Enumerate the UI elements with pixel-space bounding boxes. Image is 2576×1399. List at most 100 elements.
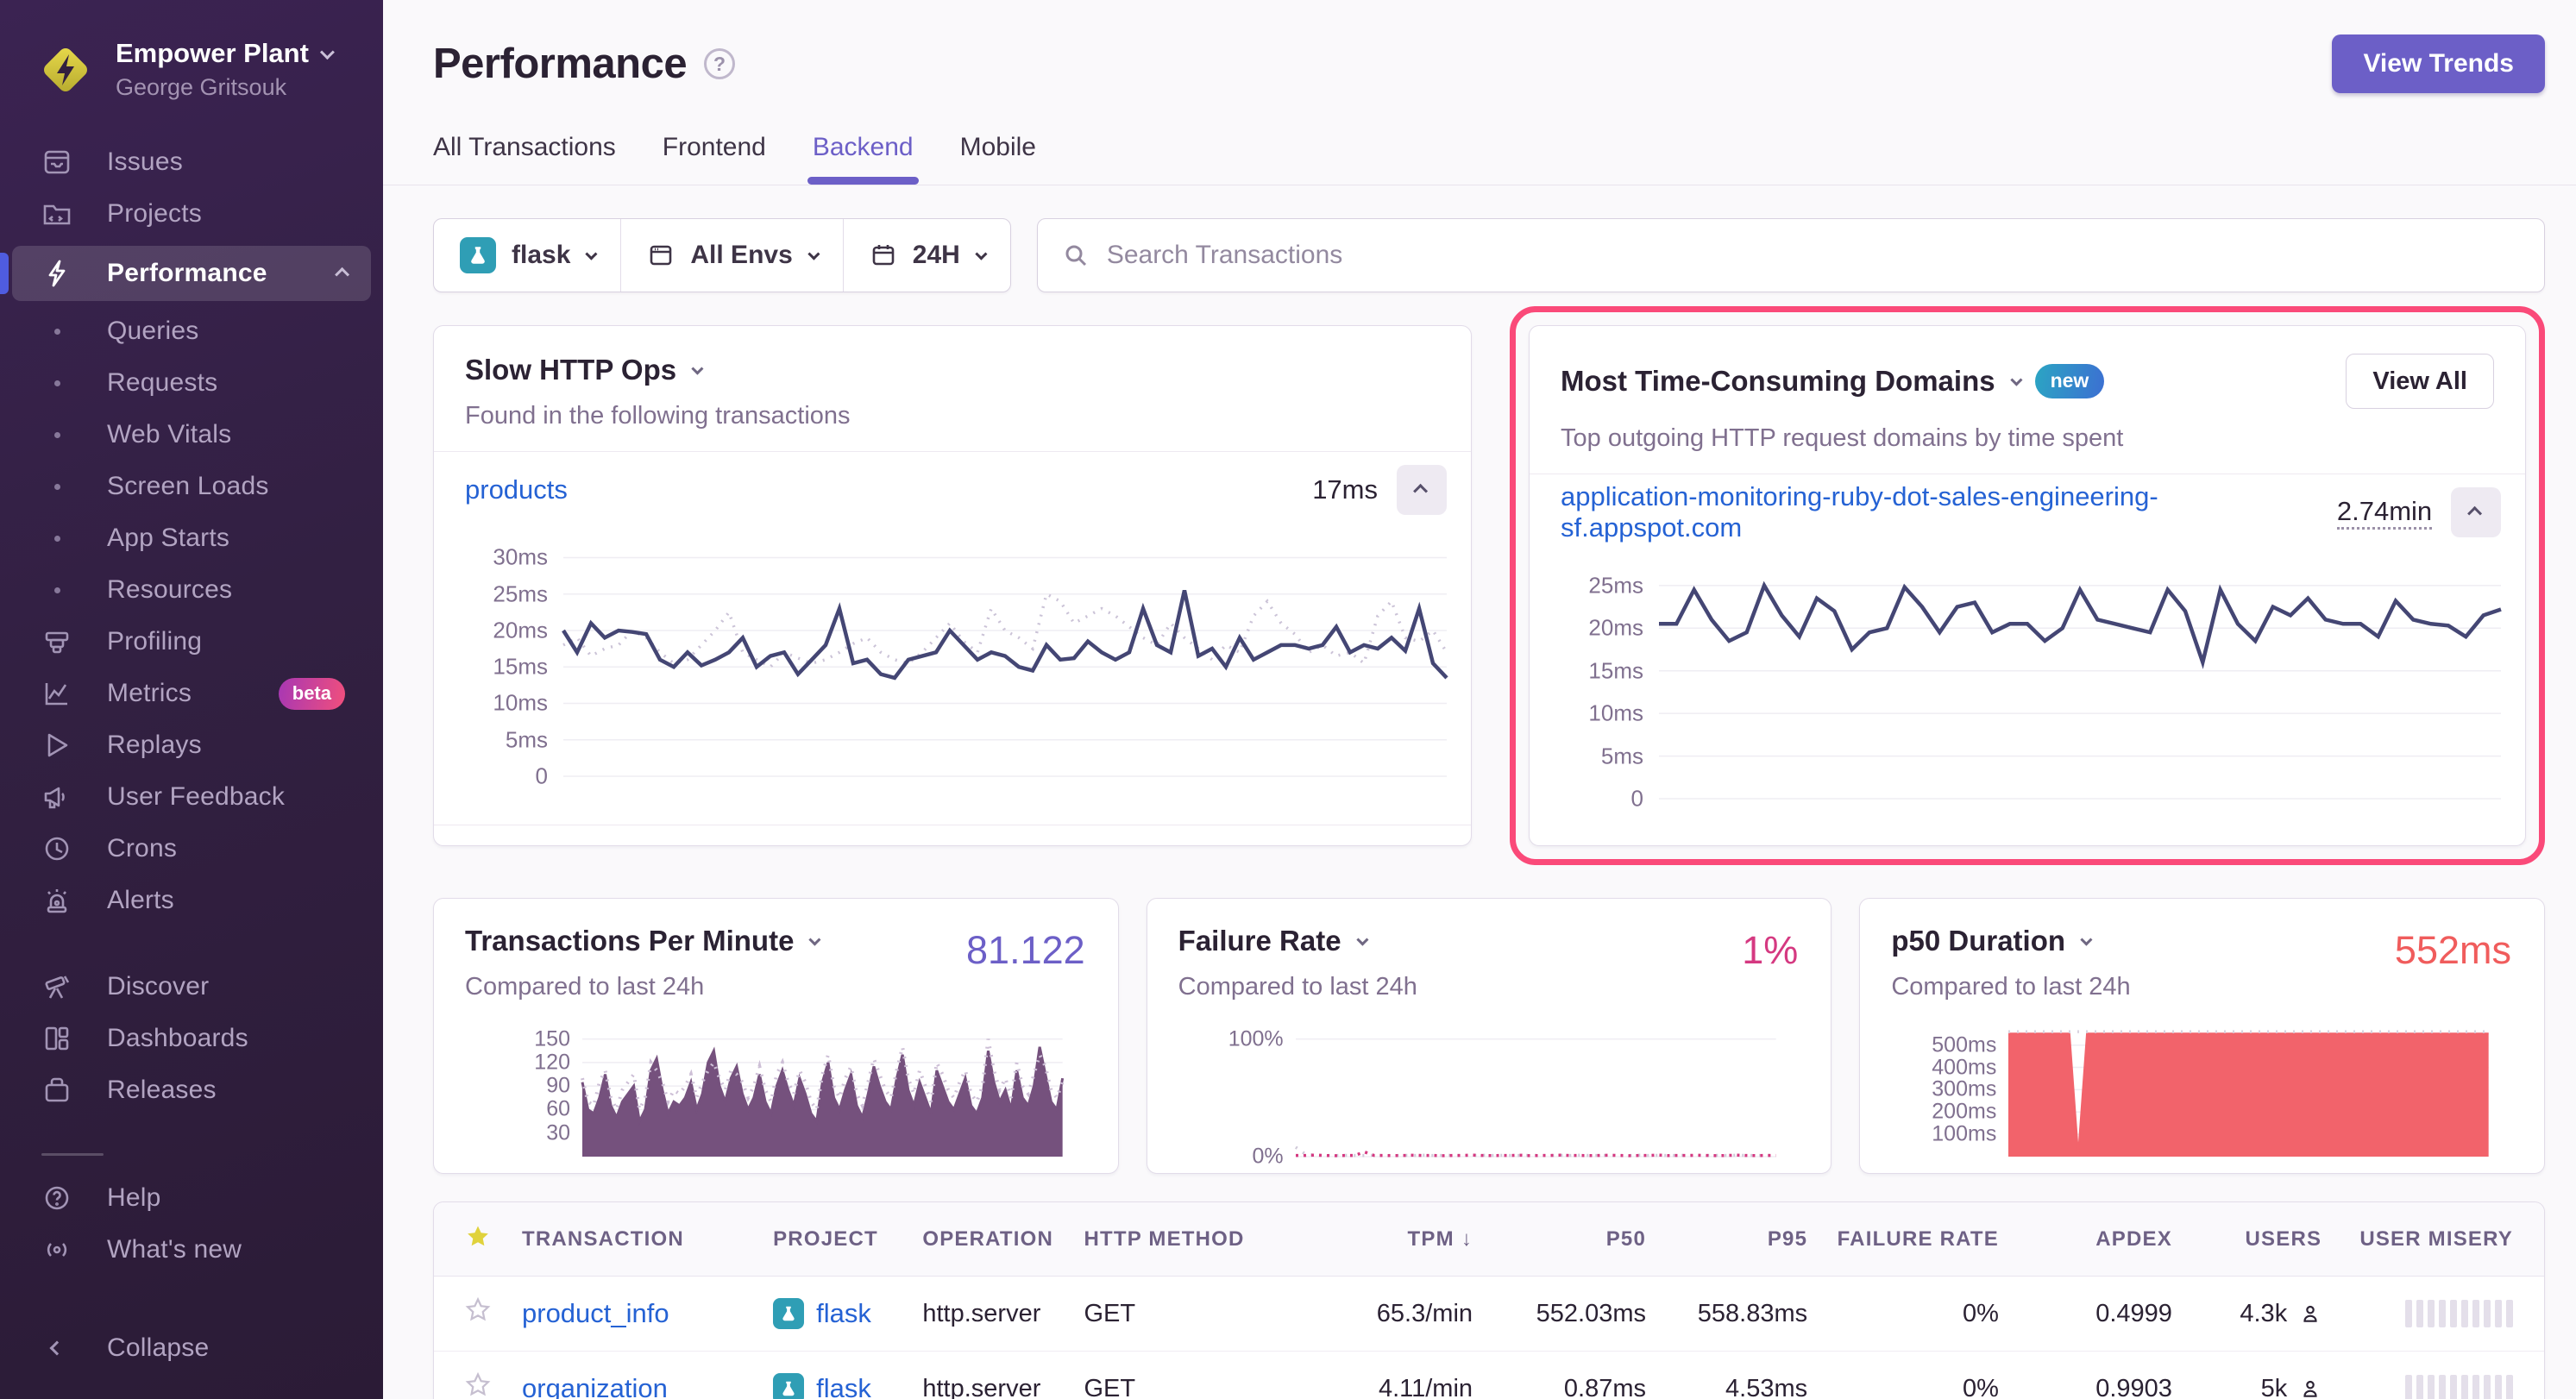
- operation-cell: http.server: [922, 1300, 1084, 1328]
- failure-rate-title[interactable]: Failure Rate: [1178, 925, 1341, 957]
- p95-cell: 4.53ms: [1646, 1375, 1807, 1399]
- tpm-cell: 4.11/min: [1287, 1375, 1473, 1399]
- search-input[interactable]: [1107, 241, 2520, 270]
- chevron-down-icon: [807, 248, 820, 260]
- view-all-button[interactable]: View All: [2346, 354, 2494, 409]
- sidebar-item-projects[interactable]: Projects: [12, 189, 366, 239]
- sidebar-item-user-feedback[interactable]: User Feedback: [12, 772, 366, 822]
- col-apdex[interactable]: APDEX: [1999, 1227, 2172, 1252]
- products-duration: 17ms: [1312, 474, 1378, 505]
- col-users[interactable]: USERS: [2172, 1227, 2322, 1252]
- environment-filter[interactable]: All Envs: [620, 219, 842, 292]
- sidebar-footer: Help What's new Collapse: [0, 1129, 383, 1399]
- star-outline-icon: [465, 1372, 491, 1398]
- org-switcher[interactable]: Empower Plant George Gritsouk: [38, 38, 362, 101]
- sidebar-item-whats-new[interactable]: What's new: [12, 1225, 366, 1275]
- slow-http-ops-title[interactable]: Slow HTTP Ops: [465, 354, 676, 386]
- tab-mobile[interactable]: Mobile: [960, 133, 1036, 185]
- user-icon: [2299, 1377, 2322, 1399]
- sidebar-collapse-button[interactable]: Collapse: [12, 1323, 366, 1373]
- tab-all-transactions[interactable]: All Transactions: [433, 133, 616, 185]
- new-badge: new: [2035, 364, 2105, 398]
- table-row: organization flask http.server GET 4.11/…: [434, 1352, 2544, 1399]
- col-p95[interactable]: P95: [1646, 1227, 1807, 1252]
- col-tpm[interactable]: TPM↓: [1287, 1227, 1473, 1252]
- sidebar-item-crons[interactable]: Crons: [12, 824, 366, 874]
- sort-desc-icon: ↓: [1461, 1227, 1473, 1251]
- sidebar-item-dashboards[interactable]: Dashboards: [12, 1013, 366, 1063]
- flask-project-icon: [773, 1298, 804, 1329]
- sidebar-item-issues[interactable]: Issues: [12, 137, 366, 187]
- view-trends-button[interactable]: View Trends: [2332, 35, 2545, 93]
- date-range-filter[interactable]: 24H: [843, 219, 1010, 292]
- broadcast-icon: [38, 1234, 76, 1265]
- chevron-down-icon: [2010, 374, 2022, 386]
- clock-icon: [38, 833, 76, 864]
- org-user: George Gritsouk: [116, 74, 331, 101]
- expand-row-button[interactable]: [1397, 838, 1447, 846]
- project-filter[interactable]: flask: [434, 219, 620, 292]
- sidebar-item-help[interactable]: Help: [12, 1173, 366, 1223]
- col-failure-rate[interactable]: FAILURE RATE: [1807, 1227, 1999, 1252]
- transactions-per-minute-card: Transactions Per Minute 81.122 Compared …: [433, 898, 1119, 1174]
- transaction-link[interactable]: product_info: [522, 1298, 773, 1329]
- sidebar-item-discover[interactable]: Discover: [12, 962, 366, 1012]
- tpm-title[interactable]: Transactions Per Minute: [465, 925, 794, 957]
- beta-badge: beta: [279, 678, 345, 710]
- sidebar: Empower Plant George Gritsouk Issues Pro…: [0, 0, 383, 1399]
- collapse-row-button[interactable]: [1397, 465, 1447, 515]
- failure-rate-cell: 0%: [1807, 1375, 1999, 1399]
- domains-title[interactable]: Most Time-Consuming Domains: [1561, 365, 1995, 398]
- environment-filter-label: All Envs: [690, 241, 792, 270]
- col-transaction[interactable]: TRANSACTION: [522, 1227, 773, 1252]
- dashboards-icon: [38, 1023, 76, 1054]
- sidebar-item-screen-loads[interactable]: Screen Loads: [12, 461, 366, 511]
- col-http-method[interactable]: HTTP METHOD: [1084, 1227, 1288, 1252]
- help-tooltip-icon[interactable]: ?: [704, 48, 735, 79]
- col-user-misery[interactable]: USER MISERY: [2322, 1227, 2513, 1252]
- sidebar-item-profiling[interactable]: Profiling: [12, 617, 366, 667]
- table-header-row: TRANSACTION PROJECT OPERATION HTTP METHO…: [434, 1202, 2544, 1277]
- sidebar-item-queries[interactable]: Queries: [12, 306, 366, 356]
- p50-chart: 500ms400ms300ms200ms100ms: [1891, 1027, 2513, 1157]
- products-link[interactable]: products: [465, 474, 568, 505]
- domain-link[interactable]: application-monitoring-ruby-dot-sales-en…: [1561, 481, 2337, 543]
- flask-project-icon: [773, 1373, 804, 1399]
- transactions-table: TRANSACTION PROJECT OPERATION HTTP METHO…: [433, 1201, 2545, 1399]
- sidebar-item-requests[interactable]: Requests: [12, 358, 366, 408]
- favorite-star-button[interactable]: [465, 1297, 522, 1330]
- sidebar-item-replays[interactable]: Replays: [12, 720, 366, 770]
- active-indicator: [0, 253, 9, 294]
- most-time-consuming-domains-card: Most Time-Consuming Domains new View All…: [1529, 325, 2526, 846]
- chevron-down-icon: [586, 248, 598, 260]
- sidebar-item-alerts[interactable]: Alerts: [12, 875, 366, 925]
- project-cell[interactable]: flask: [773, 1373, 922, 1399]
- tab-frontend[interactable]: Frontend: [663, 133, 766, 185]
- star-column-header[interactable]: [465, 1224, 522, 1254]
- favorite-star-button[interactable]: [465, 1372, 522, 1399]
- chevron-down-icon: [2080, 934, 2092, 946]
- col-project[interactable]: PROJECT: [773, 1227, 922, 1252]
- p50-title[interactable]: p50 Duration: [1891, 925, 2065, 957]
- sidebar-item-performance[interactable]: Performance: [12, 246, 371, 301]
- metrics-icon: [38, 678, 76, 709]
- chevron-down-icon: [320, 45, 335, 60]
- project-cell[interactable]: flask: [773, 1298, 922, 1329]
- col-p50[interactable]: P50: [1473, 1227, 1646, 1252]
- sidebar-item-releases[interactable]: Releases: [12, 1065, 366, 1115]
- sidebar-item-app-starts[interactable]: App Starts: [12, 513, 366, 563]
- domain-time-spent[interactable]: 2.74min: [2337, 496, 2432, 530]
- col-operation[interactable]: OPERATION: [922, 1227, 1084, 1252]
- sidebar-item-web-vitals[interactable]: Web Vitals: [12, 410, 366, 460]
- collapse-row-button[interactable]: [2451, 487, 2501, 537]
- sidebar-item-metrics[interactable]: Metrics beta: [12, 668, 366, 718]
- table-row: product_info flask http.server GET 65.3/…: [434, 1277, 2544, 1352]
- p50-duration-card: p50 Duration 552ms Compared to last 24h …: [1859, 898, 2545, 1174]
- page-title: Performance: [433, 40, 687, 88]
- chevron-down-icon: [1356, 934, 1368, 946]
- transaction-link[interactable]: organization: [522, 1373, 773, 1399]
- bullet-icon: [38, 587, 76, 593]
- tab-backend[interactable]: Backend: [813, 133, 914, 185]
- sidebar-item-resources[interactable]: Resources: [12, 565, 366, 615]
- search-icon: [1062, 242, 1090, 269]
